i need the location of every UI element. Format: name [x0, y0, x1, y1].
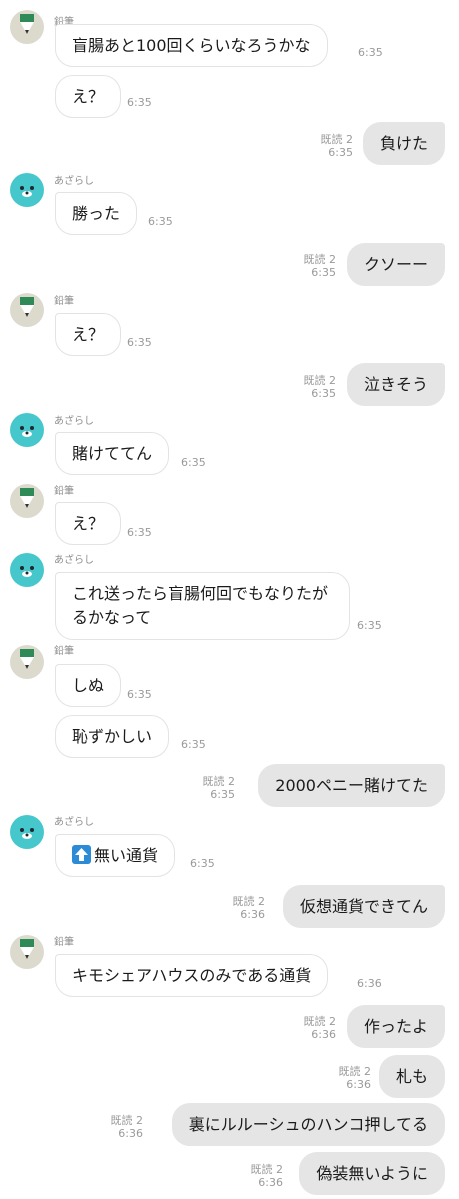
message-time: 6:35	[127, 96, 152, 109]
message-bubble[interactable]: キモシェアハウスのみである通貨	[55, 954, 329, 997]
message-time: 6:35	[127, 336, 152, 349]
message-time: 6:35	[127, 526, 152, 539]
read-receipt: 既読 2 6:36	[303, 1015, 337, 1041]
message-bubble[interactable]: 作ったよ	[346, 1005, 445, 1048]
read-receipt: 既読 2 6:35	[320, 133, 354, 159]
message-time: 6:35	[190, 857, 215, 870]
message-bubble[interactable]: しぬ	[55, 664, 122, 707]
avatar-pencil[interactable]	[10, 484, 44, 518]
message-time: 6:35	[181, 738, 206, 751]
message-bubble[interactable]: 札も	[378, 1055, 445, 1098]
message-bubble[interactable]: え？	[55, 313, 122, 356]
message-bubble[interactable]: これ送ったら盲腸何回でもなりたがるかなって	[55, 572, 350, 640]
avatar-pencil[interactable]	[10, 935, 44, 969]
up-arrow-icon	[72, 845, 91, 864]
message-bubble[interactable]: 負けた	[362, 122, 445, 165]
avatar-seal[interactable]	[10, 553, 44, 587]
read-receipt: 既読 2 6:36	[232, 895, 266, 921]
message-text: 無い通貨	[94, 846, 159, 865]
sender-name: 鉛筆	[54, 296, 74, 307]
message-bubble[interactable]: え？	[55, 502, 122, 545]
avatar-seal[interactable]	[10, 173, 44, 207]
message-bubble[interactable]: クソーー	[346, 243, 445, 286]
message-time: 6:35	[357, 619, 382, 632]
message-time: 6:36	[357, 977, 382, 990]
read-receipt: 既読 2 6:36	[250, 1163, 284, 1189]
message-bubble[interactable]: え？	[55, 75, 122, 118]
sender-name: 鉛筆	[54, 646, 74, 657]
read-receipt: 既読 2 6:36	[338, 1065, 372, 1091]
sender-name: あざらし	[54, 176, 94, 187]
sender-name: あざらし	[54, 817, 94, 828]
message-bubble[interactable]: 偽装無いように	[299, 1152, 445, 1195]
read-receipt: 既読 2 6:35	[303, 253, 337, 279]
avatar-pencil[interactable]	[10, 645, 44, 679]
avatar-seal[interactable]	[10, 815, 44, 849]
sender-name: あざらし	[54, 555, 94, 566]
message-bubble[interactable]: 勝った	[55, 192, 138, 235]
read-receipt: 既読 2 6:35	[202, 775, 236, 801]
avatar-seal[interactable]	[10, 413, 44, 447]
avatar-pencil[interactable]	[10, 10, 44, 44]
read-receipt: 既読 2 6:35	[303, 374, 337, 400]
avatar-pencil[interactable]	[10, 293, 44, 327]
read-receipt: 既読 2 6:36	[110, 1114, 144, 1140]
message-bubble[interactable]: 無い通貨	[55, 834, 176, 877]
message-bubble[interactable]: 盲腸あと100回くらいなろうかな	[55, 24, 328, 67]
message-bubble[interactable]: 裏にルルーシュのハンコ押してる	[171, 1103, 445, 1146]
message-bubble[interactable]: 泣きそう	[346, 363, 445, 406]
sender-name: あざらし	[54, 416, 94, 427]
message-time: 6:35	[181, 456, 206, 469]
message-time: 6:35	[148, 215, 173, 228]
message-bubble[interactable]: 仮想通貨できてん	[282, 885, 445, 928]
sender-name: 鉛筆	[54, 486, 74, 497]
message-bubble[interactable]: 賭けててん	[55, 432, 170, 475]
message-time: 6:35	[127, 688, 152, 701]
message-bubble[interactable]: 恥ずかしい	[55, 715, 170, 758]
message-bubble[interactable]: 2000ペニー賭けてた	[258, 764, 445, 807]
sender-name: 鉛筆	[54, 937, 74, 948]
message-time: 6:35	[358, 46, 383, 59]
